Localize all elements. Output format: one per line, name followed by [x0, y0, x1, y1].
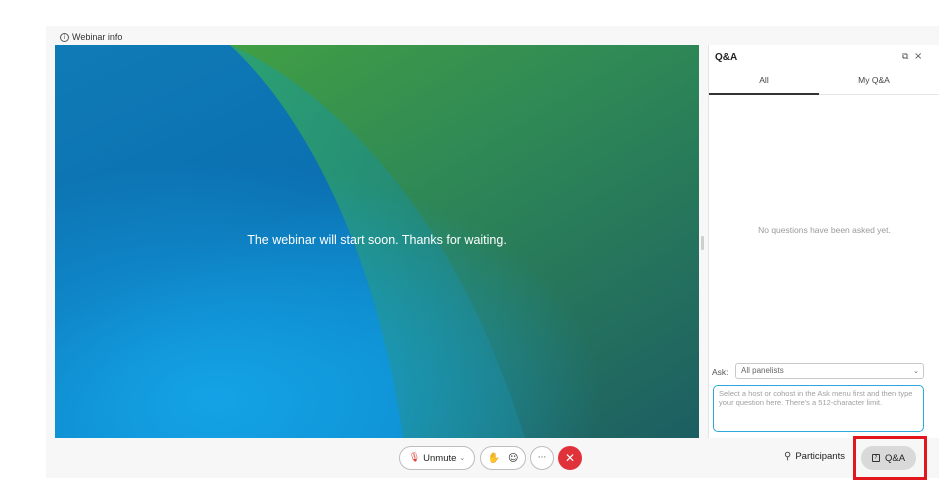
ask-label: Ask:	[712, 367, 729, 377]
panel-resize-handle[interactable]	[701, 236, 704, 250]
participants-button[interactable]: ⚲ Participants	[784, 451, 845, 462]
waiting-message: The webinar will start soon. Thanks for …	[247, 233, 507, 247]
unmute-label: Unmute	[423, 452, 457, 464]
tab-all[interactable]: All	[709, 75, 819, 85]
ask-recipient-select[interactable]: All panelists ⌄	[735, 363, 924, 379]
qa-panel: Q&A ⧉ × All My Q&A No questions have bee…	[708, 45, 939, 438]
hand-reactions-group: ✋ ☺	[480, 446, 526, 470]
question-placeholder: Select a host or cohost in the Ask menu …	[719, 389, 913, 407]
webinar-info-link[interactable]: i Webinar info	[60, 30, 122, 44]
raise-hand-icon[interactable]: ✋	[488, 453, 500, 464]
close-icon[interactable]: ×	[914, 51, 922, 62]
leave-button[interactable]: ✕	[558, 446, 582, 470]
more-icon: ···	[537, 453, 547, 463]
chevron-down-icon: ⌄	[913, 367, 919, 375]
app-frame: i Webinar info The webinar will start so…	[0, 0, 939, 493]
empty-questions-message: No questions have been asked yet.	[758, 225, 891, 235]
popout-icon[interactable]: ⧉	[902, 52, 908, 62]
qa-icon: ?	[871, 454, 880, 462]
more-options-button[interactable]: ···	[530, 446, 554, 470]
webinar-info-label: Webinar info	[72, 32, 123, 42]
participants-label: Participants	[795, 451, 845, 462]
tab-my-qa[interactable]: My Q&A	[819, 75, 929, 85]
video-stage: The webinar will start soon. Thanks for …	[55, 45, 699, 438]
qa-panel-title: Q&A	[715, 52, 738, 63]
unmute-button[interactable]: 🎙 Unmute ⌄	[399, 446, 475, 470]
chevron-down-icon[interactable]: ⌄	[459, 454, 465, 462]
active-tab-indicator	[709, 93, 819, 95]
ask-select-value: All panelists	[741, 366, 784, 375]
question-input[interactable]: Select a host or cohost in the Ask menu …	[713, 385, 924, 432]
qa-button-label: Q&A	[884, 452, 906, 464]
webinar-window: i Webinar info The webinar will start so…	[46, 26, 939, 480]
smiley-icon[interactable]: ☺	[508, 453, 518, 464]
qa-button[interactable]: ? Q&A	[861, 446, 916, 470]
leave-icon: ✕	[564, 451, 576, 465]
mic-muted-icon: 🎙	[408, 453, 421, 463]
person-icon: ⚲	[784, 451, 792, 462]
info-icon: i	[60, 32, 69, 42]
meeting-controls: 🎙 Unmute ⌄ ✋ ☺ ··· ✕ ⚲ Participants ? Q&	[46, 436, 939, 480]
